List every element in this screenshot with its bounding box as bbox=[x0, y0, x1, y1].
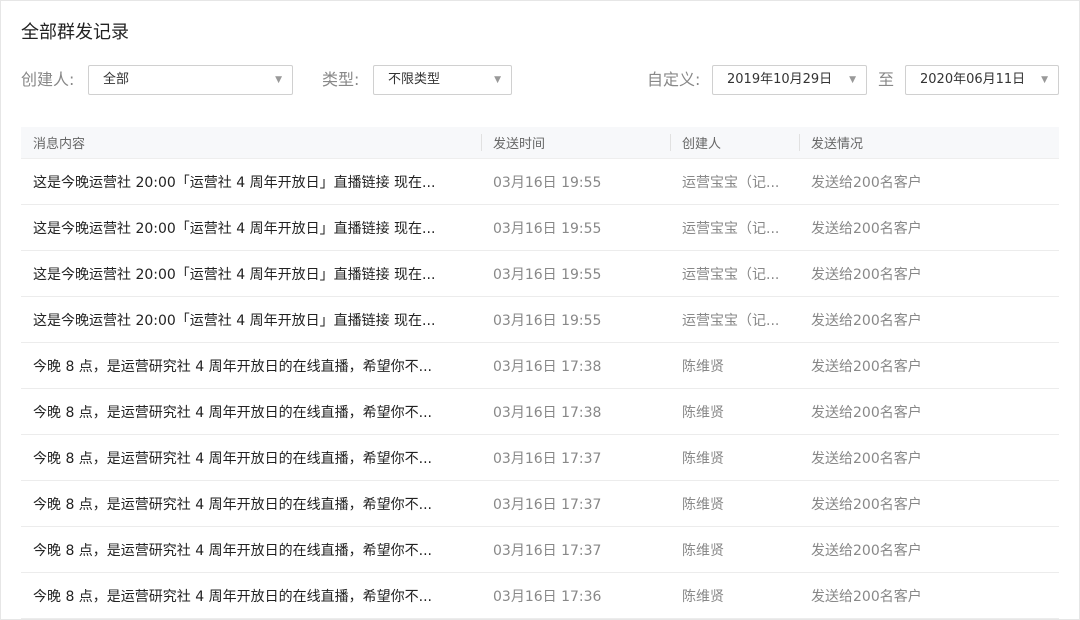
chevron-down-icon: ▼ bbox=[494, 75, 501, 85]
send-status-cell: 发送给200名客户 bbox=[799, 158, 1059, 205]
column-header-send-time: 发送时间 bbox=[481, 127, 670, 159]
table-row[interactable]: 这是今晚运营社 20:00「运营社 4 周年开放日」直播链接 现在... 03月… bbox=[21, 250, 1059, 297]
creator-cell: 陈维贤 bbox=[670, 388, 799, 435]
date-to-select[interactable]: 2020年06月11日 ▼ bbox=[905, 65, 1059, 95]
table-row[interactable]: 今晚 8 点，是运营研究社 4 周年开放日的在线直播，希望你不... 03月16… bbox=[21, 572, 1059, 619]
send-status-cell: 发送给200名客户 bbox=[799, 572, 1059, 619]
message-cell: 今晚 8 点，是运营研究社 4 周年开放日的在线直播，希望你不... bbox=[21, 388, 481, 435]
send-status-cell: 发送给200名客户 bbox=[799, 296, 1059, 343]
table-row[interactable]: 今晚 8 点，是运营研究社 4 周年开放日的在线直播，希望你不... 03月16… bbox=[21, 526, 1059, 573]
creator-cell: 运营宝宝（记... bbox=[670, 204, 799, 251]
message-cell: 今晚 8 点，是运营研究社 4 周年开放日的在线直播，希望你不... bbox=[21, 342, 481, 389]
table-row[interactable]: 这是今晚运营社 20:00「运营社 4 周年开放日」直播链接 现在... 03月… bbox=[21, 204, 1059, 251]
creator-cell: 运营宝宝（记... bbox=[670, 296, 799, 343]
send-time-cell: 03月16日 19:55 bbox=[481, 158, 670, 205]
creator-select[interactable]: 全部 ▼ bbox=[88, 65, 293, 95]
send-time-cell: 03月16日 17:37 bbox=[481, 526, 670, 573]
send-time-cell: 03月16日 17:36 bbox=[481, 572, 670, 619]
column-header-message: 消息内容 bbox=[21, 127, 481, 159]
date-from-select[interactable]: 2019年10月29日 ▼ bbox=[712, 65, 867, 95]
creator-cell: 陈维贤 bbox=[670, 526, 799, 573]
creator-cell: 陈维贤 bbox=[670, 572, 799, 619]
custom-date-label: 自定义: bbox=[647, 70, 701, 89]
creator-cell: 运营宝宝（记... bbox=[670, 250, 799, 297]
column-header-creator: 创建人 bbox=[670, 127, 799, 159]
date-to-value: 2020年06月11日 bbox=[920, 72, 1026, 87]
column-header-label: 发送情况 bbox=[811, 137, 864, 152]
creator-select-value: 全部 bbox=[103, 72, 130, 87]
message-cell: 这是今晚运营社 20:00「运营社 4 周年开放日」直播链接 现在... bbox=[21, 296, 481, 343]
column-header-send-status: 发送情况 bbox=[799, 127, 1059, 159]
table-header-row: 消息内容 发送时间 创建人 发送情况 bbox=[21, 127, 1059, 159]
message-cell: 今晚 8 点，是运营研究社 4 周年开放日的在线直播，希望你不... bbox=[21, 434, 481, 481]
send-time-cell: 03月16日 17:37 bbox=[481, 480, 670, 527]
send-time-cell: 03月16日 17:38 bbox=[481, 388, 670, 435]
table-row[interactable]: 今晚 8 点，是运营研究社 4 周年开放日的在线直播，希望你不... 03月16… bbox=[21, 342, 1059, 389]
send-status-cell: 发送给200名客户 bbox=[799, 480, 1059, 527]
creator-filter-label: 创建人: bbox=[21, 70, 75, 89]
table-row[interactable]: 今晚 8 点，是运营研究社 4 周年开放日的在线直播，希望你不... 03月16… bbox=[21, 388, 1059, 435]
send-status-cell: 发送给200名客户 bbox=[799, 526, 1059, 573]
message-cell: 今晚 8 点，是运营研究社 4 周年开放日的在线直播，希望你不... bbox=[21, 526, 481, 573]
column-divider bbox=[481, 134, 482, 151]
send-time-cell: 03月16日 19:55 bbox=[481, 250, 670, 297]
table-row[interactable]: 今晚 8 点，是运营研究社 4 周年开放日的在线直播，希望你不... 03月16… bbox=[21, 480, 1059, 527]
send-time-cell: 03月16日 19:55 bbox=[481, 296, 670, 343]
message-cell: 这是今晚运营社 20:00「运营社 4 周年开放日」直播链接 现在... bbox=[21, 250, 481, 297]
send-time-cell: 03月16日 19:55 bbox=[481, 204, 670, 251]
creator-cell: 陈维贤 bbox=[670, 342, 799, 389]
send-time-cell: 03月16日 17:37 bbox=[481, 434, 670, 481]
send-status-cell: 发送给200名客户 bbox=[799, 434, 1059, 481]
column-header-label: 发送时间 bbox=[493, 137, 546, 152]
send-status-cell: 发送给200名客户 bbox=[799, 250, 1059, 297]
message-cell: 今晚 8 点，是运营研究社 4 周年开放日的在线直播，希望你不... bbox=[21, 572, 481, 619]
creator-cell: 陈维贤 bbox=[670, 434, 799, 481]
date-from-value: 2019年10月29日 bbox=[727, 72, 833, 87]
group-send-records-page: 全部群发记录 创建人: 全部 ▼ 类型: 不限类型 ▼ 自定义: 2019年10… bbox=[0, 0, 1080, 620]
column-header-label: 创建人 bbox=[682, 137, 722, 152]
message-cell: 今晚 8 点，是运营研究社 4 周年开放日的在线直播，希望你不... bbox=[21, 480, 481, 527]
type-filter-label: 类型: bbox=[322, 70, 360, 89]
records-table: 消息内容 发送时间 创建人 发送情况 这是今晚运营社 20:00「运营社 4 周… bbox=[21, 127, 1059, 619]
send-status-cell: 发送给200名客户 bbox=[799, 204, 1059, 251]
creator-cell: 陈维贤 bbox=[670, 480, 799, 527]
send-time-cell: 03月16日 17:38 bbox=[481, 342, 670, 389]
column-divider bbox=[799, 134, 800, 151]
page-title: 全部群发记录 bbox=[21, 22, 129, 43]
type-select-value: 不限类型 bbox=[388, 72, 441, 87]
chevron-down-icon: ▼ bbox=[275, 75, 282, 85]
chevron-down-icon: ▼ bbox=[1041, 75, 1048, 85]
table-row[interactable]: 这是今晚运营社 20:00「运营社 4 周年开放日」直播链接 现在... 03月… bbox=[21, 296, 1059, 343]
date-range-separator: 至 bbox=[878, 70, 895, 89]
send-status-cell: 发送给200名客户 bbox=[799, 388, 1059, 435]
message-cell: 这是今晚运营社 20:00「运营社 4 周年开放日」直播链接 现在... bbox=[21, 158, 481, 205]
type-select[interactable]: 不限类型 ▼ bbox=[373, 65, 512, 95]
send-status-cell: 发送给200名客户 bbox=[799, 342, 1059, 389]
column-header-label: 消息内容 bbox=[33, 137, 86, 152]
chevron-down-icon: ▼ bbox=[849, 75, 856, 85]
message-cell: 这是今晚运营社 20:00「运营社 4 周年开放日」直播链接 现在... bbox=[21, 204, 481, 251]
column-divider bbox=[670, 134, 671, 151]
table-row[interactable]: 今晚 8 点，是运营研究社 4 周年开放日的在线直播，希望你不... 03月16… bbox=[21, 434, 1059, 481]
creator-cell: 运营宝宝（记... bbox=[670, 158, 799, 205]
table-row[interactable]: 这是今晚运营社 20:00「运营社 4 周年开放日」直播链接 现在... 03月… bbox=[21, 158, 1059, 205]
